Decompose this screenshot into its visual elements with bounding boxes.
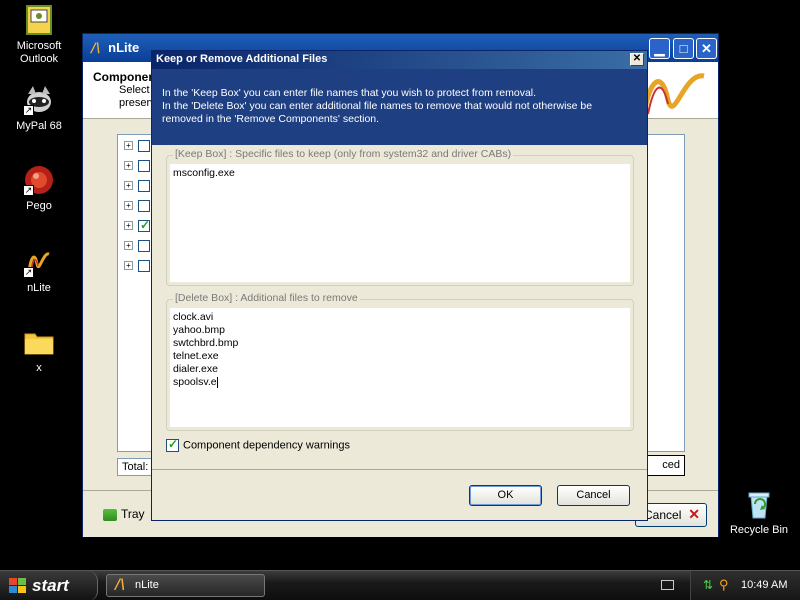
- info-line: removed in the 'Remove Components' secti…: [162, 113, 380, 125]
- tray-icon: [103, 508, 117, 521]
- pego-icon: ↗: [23, 164, 55, 196]
- desktop-icon-label: Microsoft: [16, 40, 62, 52]
- keep-remove-dialog: Keep or Remove Additional Files ✕ In the…: [151, 50, 648, 521]
- tree-checkbox[interactable]: [138, 260, 150, 272]
- desktop-icon-mypal[interactable]: ↗ MyPal 68: [4, 84, 74, 133]
- expand-plus-icon[interactable]: +: [124, 261, 133, 270]
- keyboard-icon[interactable]: [661, 580, 674, 590]
- desktop-icon-label: x: [36, 362, 42, 374]
- expand-plus-icon[interactable]: +: [124, 161, 133, 170]
- ok-button[interactable]: OK: [469, 485, 542, 506]
- dependency-warnings-checkbox[interactable]: [166, 437, 179, 452]
- tree-checkbox[interactable]: [138, 200, 150, 212]
- tree-checkbox[interactable]: [138, 160, 150, 172]
- network-tray-icon[interactable]: ⇅: [703, 579, 716, 592]
- desktop-icon-recycle-bin[interactable]: Recycle Bin: [724, 488, 794, 537]
- recycle-bin-icon: [743, 488, 775, 520]
- expand-plus-icon[interactable]: +: [124, 181, 133, 190]
- desktop-icon-folder-x[interactable]: x: [4, 326, 74, 375]
- delete-box-legend: [Delete Box] : Additional files to remov…: [173, 292, 360, 304]
- shortcut-arrow-icon: ↗: [23, 267, 34, 278]
- taskbar-button-label: nLite: [135, 579, 159, 591]
- keep-box-textarea[interactable]: msconfig.exe: [170, 164, 630, 282]
- tree-checkbox[interactable]: [138, 180, 150, 192]
- taskbar: start /\ nLite ⇅ ⚲ 10:49 AM: [0, 570, 800, 600]
- info-line: In the 'Keep Box' you can enter file nam…: [162, 87, 537, 99]
- tree-checkbox-checked[interactable]: [138, 218, 150, 232]
- start-button[interactable]: start: [0, 571, 98, 600]
- desktop-icon-label: Recycle Bin: [729, 524, 789, 536]
- dialog-title: Keep or Remove Additional Files: [156, 53, 328, 65]
- tray-label: Tray: [121, 507, 145, 521]
- dialog-separator: [152, 469, 647, 470]
- nlite-icon: ↗: [23, 246, 55, 278]
- desktop-icon-pego[interactable]: ↗ Pego: [4, 164, 74, 213]
- shortcut-arrow-icon: ↗: [23, 105, 34, 116]
- expand-plus-icon[interactable]: +: [124, 221, 133, 230]
- nlite-logo-icon: [641, 73, 705, 115]
- expand-plus-icon[interactable]: +: [124, 201, 133, 210]
- search-tray-icon[interactable]: ⚲: [719, 578, 733, 592]
- close-icon[interactable]: ✕: [696, 38, 717, 59]
- desktop-icon-nlite[interactable]: ↗ nLite: [4, 246, 74, 295]
- outlook-icon: [23, 4, 55, 36]
- delete-box-text: clock.avi yahoo.bmp swtchbrd.bmp telnet.…: [173, 311, 239, 388]
- tree-checkbox[interactable]: [138, 140, 150, 152]
- nlite-task-icon: /\: [115, 577, 126, 593]
- cancel-x-icon: ✕: [688, 506, 700, 522]
- keep-box-legend: [Keep Box] : Specific files to keep (onl…: [173, 148, 514, 160]
- dependency-warnings-label: Component dependency warnings: [183, 439, 350, 452]
- mypal-icon: ↗: [23, 84, 55, 116]
- clock[interactable]: 10:49 AM: [741, 579, 787, 591]
- expand-plus-icon[interactable]: +: [124, 141, 133, 150]
- delete-box-textarea[interactable]: clock.avi yahoo.bmp swtchbrd.bmp telnet.…: [170, 308, 630, 427]
- desktop-icon-label: Outlook: [20, 53, 58, 65]
- taskbar-button-nlite[interactable]: /\ nLite: [106, 574, 265, 597]
- nlite-page-title: Componen: [93, 70, 156, 84]
- windows-flag-icon: [9, 578, 27, 594]
- expand-plus-icon[interactable]: +: [124, 241, 133, 250]
- nlite-cancel-label: Cancel: [644, 508, 682, 522]
- nlite-title-icon: /\: [91, 41, 101, 56]
- info-line: In the 'Delete Box' you can enter additi…: [162, 100, 593, 112]
- dialog-close-icon[interactable]: ✕: [630, 53, 644, 66]
- desktop-icon-label: Pego: [26, 200, 52, 212]
- keep-box-group: [Keep Box] : Specific files to keep (onl…: [166, 148, 634, 286]
- dialog-info-panel: In the 'Keep Box' you can enter file nam…: [152, 69, 647, 145]
- folder-icon: [23, 326, 55, 358]
- desktop-icon-label: MyPal 68: [16, 120, 62, 132]
- tree-checkbox[interactable]: [138, 240, 150, 252]
- minimize-icon[interactable]: ▁: [649, 38, 670, 59]
- dependency-warnings-option[interactable]: Component dependency warnings: [166, 437, 350, 453]
- text-caret: [216, 376, 218, 388]
- tray-button[interactable]: Tray: [97, 503, 151, 527]
- system-tray: ⇅ ⚲ 10:49 AM: [690, 571, 800, 600]
- start-label: start: [32, 576, 69, 595]
- delete-box-group: [Delete Box] : Additional files to remov…: [166, 292, 634, 431]
- desktop-icon-label: nLite: [27, 282, 51, 294]
- dialog-title-bar[interactable]: Keep or Remove Additional Files ✕: [152, 51, 647, 69]
- nlite-window-title: nLite: [108, 40, 140, 55]
- desktop-icon-outlook[interactable]: Microsoft Outlook: [4, 4, 74, 66]
- cancel-button[interactable]: Cancel: [557, 485, 630, 506]
- maximize-icon[interactable]: □: [673, 38, 694, 59]
- shortcut-arrow-icon: ↗: [23, 185, 34, 196]
